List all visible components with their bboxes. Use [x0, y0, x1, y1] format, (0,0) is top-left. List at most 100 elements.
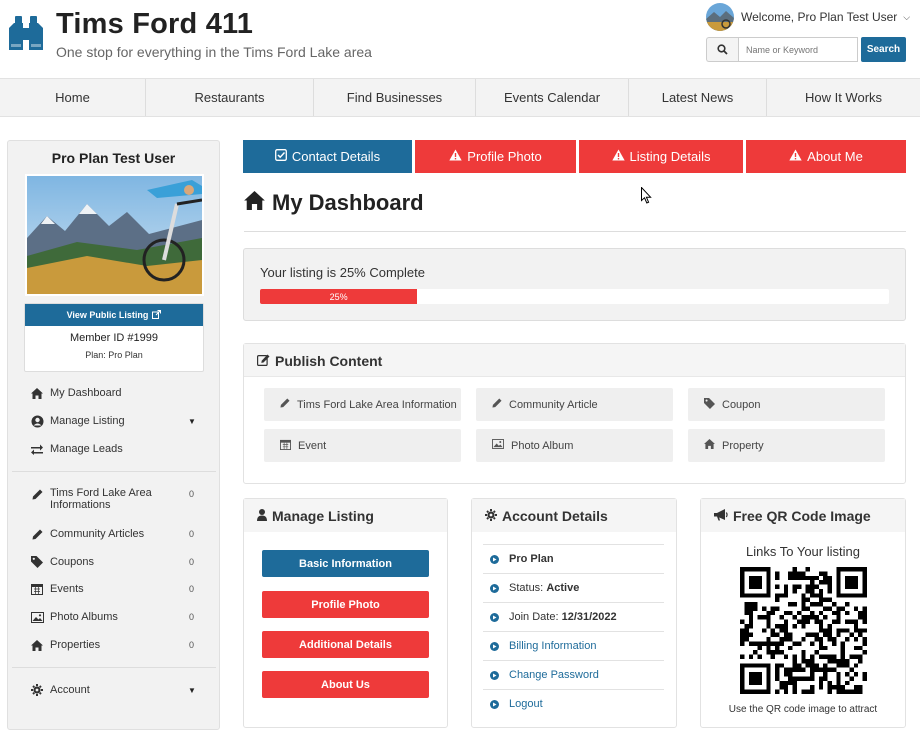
additional-details-button[interactable]: Additional Details — [262, 631, 429, 658]
sidebar-item-photo-albums[interactable]: Photo Albums — [30, 610, 200, 624]
publish-community-article-button[interactable]: Community Article — [476, 388, 673, 421]
sidebar-item-account[interactable]: Account — [30, 683, 200, 697]
sidebar-item-manage-listing[interactable]: Manage Listing — [30, 414, 200, 428]
sidebar-item-area-informations[interactable]: Tims Ford Lake Area Informations — [30, 487, 200, 511]
qr-note: Use the QR code image to attract — [728, 704, 878, 715]
plan-row: Pro Plan — [483, 544, 664, 573]
tab-listing-details[interactable]: Listing Details — [579, 140, 743, 173]
check-square-icon — [274, 149, 287, 164]
image-icon — [30, 610, 44, 624]
binoculars-logo-icon[interactable] — [6, 14, 46, 54]
sidebar: Pro Plan Test User View Public Listing M… — [7, 140, 220, 730]
sidebar-item-community-articles[interactable]: Community Articles — [30, 527, 200, 541]
warning-icon — [789, 149, 802, 164]
link-label: Billing Information — [509, 640, 597, 652]
sidebar-item-manage-leads[interactable]: Manage Leads — [30, 442, 200, 456]
play-circle-icon — [490, 612, 499, 622]
profile-photo — [25, 174, 204, 296]
search-button[interactable]: Search — [861, 37, 906, 62]
join-date-label: Join Date: — [509, 611, 559, 623]
qr-code-panel: Free QR Code Image Links To Your listing… — [700, 498, 906, 728]
publish-item-label: Property — [722, 439, 764, 452]
home-icon — [244, 190, 265, 216]
home-icon — [30, 638, 44, 652]
tab-about-me[interactable]: About Me — [746, 140, 906, 173]
tab-contact-details[interactable]: Contact Details — [243, 140, 412, 173]
gear-icon — [30, 683, 44, 697]
caret-down-icon[interactable]: ▼ — [188, 417, 196, 426]
plan-name: Pro Plan — [509, 553, 554, 565]
bullhorn-icon — [714, 508, 728, 524]
sidebar-item-label: Community Articles — [50, 528, 145, 540]
change-password-link[interactable]: Change Password — [483, 660, 664, 689]
publish-event-button[interactable]: Event — [264, 429, 461, 462]
nav-latest-news[interactable]: Latest News — [629, 79, 767, 116]
caret-down-icon[interactable]: ▼ — [188, 686, 196, 695]
tab-profile-photo[interactable]: Profile Photo — [415, 140, 576, 173]
warning-icon — [449, 149, 462, 164]
sidebar-item-label: Events — [50, 583, 84, 595]
billing-information-link[interactable]: Billing Information — [483, 631, 664, 660]
logout-link[interactable]: Logout — [483, 689, 664, 718]
tab-label: Listing Details — [629, 149, 711, 164]
sidebar-item-label: Manage Leads — [50, 443, 123, 455]
basic-information-button[interactable]: Basic Information — [262, 550, 429, 577]
sidebar-user-name: Pro Plan Test User — [51, 150, 176, 166]
panel-title: Publish Content — [257, 353, 382, 369]
swap-icon — [30, 442, 44, 456]
publish-coupon-button[interactable]: Coupon — [688, 388, 885, 421]
warning-icon — [611, 149, 625, 164]
progress-bar: 25% — [260, 289, 889, 304]
status-value: Active — [546, 582, 580, 594]
count-badge: 0 — [189, 557, 195, 567]
panel-header: Manage Listing — [244, 499, 447, 532]
profile-photo-button[interactable]: Profile Photo — [262, 591, 429, 618]
image-icon — [492, 439, 504, 452]
nav-how-it-works[interactable]: How It Works — [767, 79, 920, 116]
site-tagline: One stop for everything in the Tims Ford… — [56, 44, 372, 60]
user-menu[interactable]: Welcome, Pro Plan Test User ⌵ — [706, 2, 910, 32]
nav-restaurants[interactable]: Restaurants — [146, 79, 314, 116]
tag-icon — [30, 555, 44, 569]
panel-header: Publish Content — [244, 344, 905, 377]
main-nav: Home Restaurants Find Businesses Events … — [0, 78, 920, 117]
qr-code-image[interactable] — [740, 567, 867, 694]
panel-header: Account Details — [472, 499, 676, 532]
view-public-listing-button[interactable]: View Public Listing — [25, 304, 203, 326]
view-public-listing-label: View Public Listing — [66, 310, 149, 320]
sidebar-item-label: Manage Listing — [50, 415, 125, 427]
qr-heading: Links To Your listing — [746, 544, 860, 559]
sidebar-item-coupons[interactable]: Coupons — [30, 555, 200, 569]
panel-title: Free QR Code Image — [714, 508, 871, 524]
calendar-icon — [30, 582, 44, 596]
publish-item-label: Community Article — [509, 398, 598, 411]
nav-events-calendar[interactable]: Events Calendar — [476, 79, 629, 116]
nav-find-businesses[interactable]: Find Businesses — [314, 79, 476, 116]
status-label: Status: — [509, 582, 544, 594]
search-input[interactable] — [738, 37, 858, 62]
home-icon — [30, 386, 44, 400]
sidebar-item-events[interactable]: Events — [30, 582, 200, 596]
panel-title-text: Publish Content — [275, 353, 383, 369]
sidebar-item-properties[interactable]: Properties — [30, 638, 200, 652]
count-badge: 0 — [189, 489, 195, 499]
status-row: Status: Active — [483, 573, 664, 602]
sidebar-item-my-dashboard[interactable]: My Dashboard — [30, 386, 200, 400]
sidebar-item-label: Account — [50, 684, 90, 696]
publish-photo-album-button[interactable]: Photo Album — [476, 429, 673, 462]
divider — [12, 667, 216, 668]
publish-area-information-button[interactable]: Tims Ford Lake Area Information — [264, 388, 461, 421]
link-label: Logout — [509, 698, 543, 710]
site-title[interactable]: Tims Ford 411 — [56, 8, 253, 41]
panel-header: Free QR Code Image — [701, 499, 905, 532]
panel-title: Account Details — [485, 508, 608, 524]
member-plan: Plan: Pro Plan — [85, 350, 143, 360]
publish-property-button[interactable]: Property — [688, 429, 885, 462]
nav-home[interactable]: Home — [0, 79, 146, 116]
about-us-button[interactable]: About Us — [262, 671, 429, 698]
page-title: My Dashboard — [244, 190, 424, 216]
search-bar: Search — [706, 37, 906, 62]
play-circle-icon — [490, 641, 499, 651]
tab-label: About Me — [807, 149, 863, 164]
user-circle-icon — [30, 414, 44, 428]
